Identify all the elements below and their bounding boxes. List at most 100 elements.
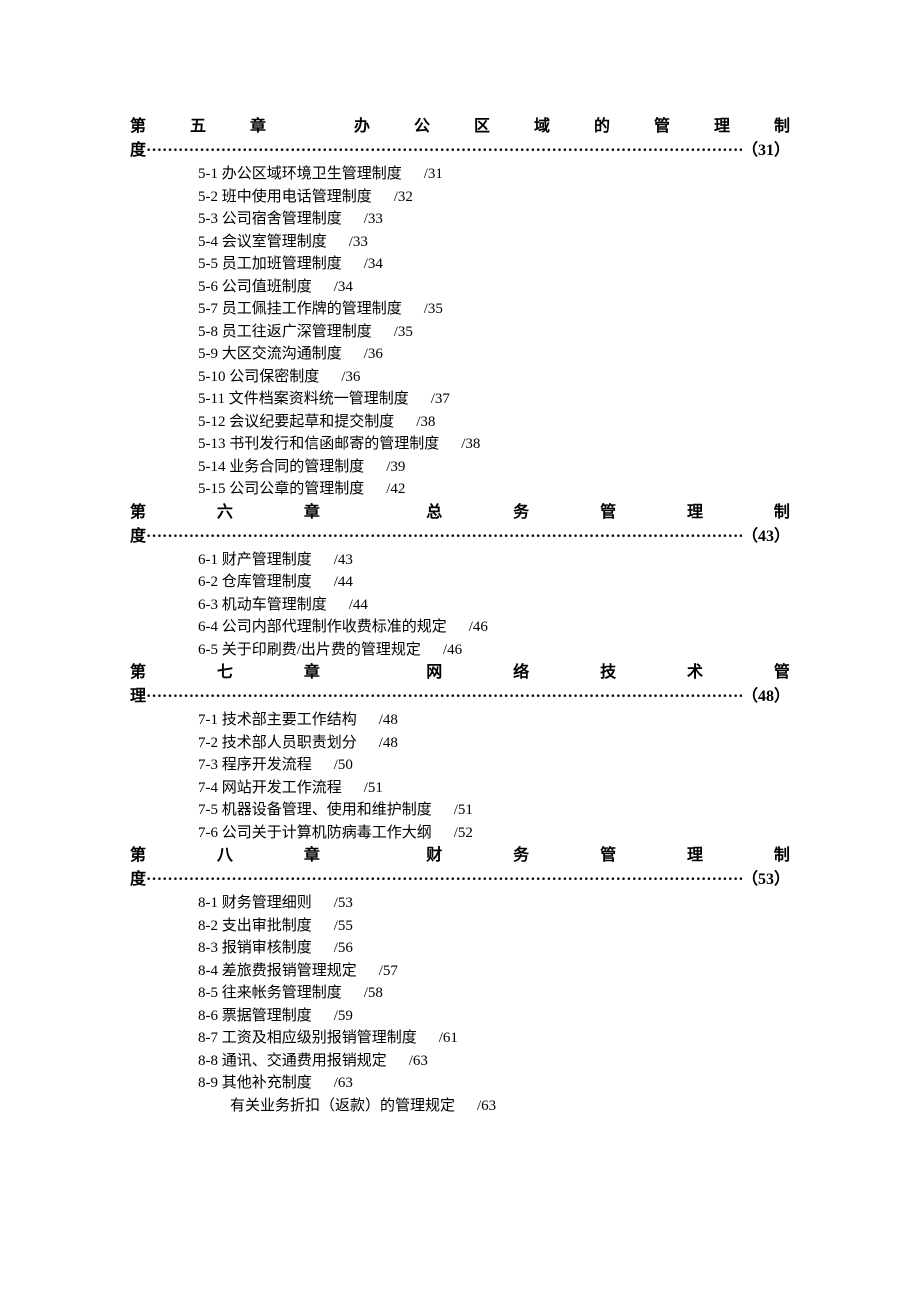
toc-item-index: 5-11	[198, 391, 225, 407]
toc-item-page: /51	[454, 802, 473, 818]
toc-item-title: 机动车管理制度	[222, 597, 327, 613]
chapter-heading-char: 章	[250, 115, 266, 139]
toc-item-title: 差旅费报销管理规定	[222, 963, 357, 979]
chapter-heading-char: 总	[426, 501, 442, 525]
toc-item-page: /56	[334, 940, 353, 956]
toc-item: 5-4 会议室管理制度/33	[130, 231, 790, 254]
toc-item-index: 8-1	[198, 895, 218, 911]
chapter-heading-char: 理	[687, 844, 703, 868]
toc-item-title: 会议室管理制度	[222, 234, 327, 250]
toc-item-index: 5-13	[198, 436, 226, 452]
chapter-heading-char: 第	[130, 661, 146, 685]
chapter-heading-char: 七	[217, 661, 233, 685]
chapter-heading-char: 度	[130, 139, 146, 163]
chapter-heading-char: 制	[774, 844, 790, 868]
toc-item-index: 5-2	[198, 189, 218, 205]
chapter-heading-char: 第	[130, 115, 146, 139]
toc-item: 5-2 班中使用电话管理制度/32	[130, 186, 790, 209]
toc-item: 5-9 大区交流沟通制度/36	[130, 343, 790, 366]
chapter-heading-char: 区	[474, 115, 490, 139]
toc-item-page: /53	[334, 895, 353, 911]
toc-item-page: /46	[469, 619, 488, 635]
toc-item: 6-1 财产管理制度/43	[130, 549, 790, 572]
toc-item-index: 6-5	[198, 642, 218, 658]
chapter-heading: 第七章网络技术管	[130, 661, 790, 685]
toc-item-index: 8-2	[198, 918, 218, 934]
toc-item: 8-8 通讯、交通费用报销规定/63	[130, 1050, 790, 1073]
toc-item: 6-4 公司内部代理制作收费标准的规定/46	[130, 616, 790, 639]
chapter-page: （31）	[742, 139, 790, 163]
chapter-heading-char: 理	[714, 115, 730, 139]
toc-item-page: /38	[461, 436, 480, 452]
toc-item: 7-4 网站开发工作流程/51	[130, 777, 790, 800]
toc-item-title: 机器设备管理、使用和维护制度	[222, 802, 432, 818]
chapter-heading-tail: 理·······································…	[130, 685, 790, 709]
toc-item-index: 5-15	[198, 481, 226, 497]
toc-item-index: 8-3	[198, 940, 218, 956]
toc-item-page: /57	[379, 963, 398, 979]
toc-item-page: /59	[334, 1008, 353, 1024]
chapter-heading-char: 六	[217, 501, 233, 525]
chapter-page: （43）	[742, 525, 790, 549]
toc-item-page: /50	[334, 757, 353, 773]
toc-item-index: 6-1	[198, 552, 218, 568]
toc-item-title: 工资及相应级别报销管理制度	[222, 1030, 417, 1046]
toc-item: 5-6 公司值班制度/34	[130, 276, 790, 299]
toc-item-index: 6-4	[198, 619, 218, 635]
chapter-heading-char: 管	[600, 844, 616, 868]
toc-item: 5-11 文件档案资料统一管理制度/37	[130, 388, 790, 411]
chapter-heading-char: 章	[304, 844, 320, 868]
toc-item-page: /58	[364, 985, 383, 1001]
toc-item-page: /37	[431, 391, 450, 407]
toc-item-index: 5-10	[198, 369, 226, 385]
toc-item-page: /63	[477, 1098, 496, 1114]
chapter-heading-char: 理	[130, 685, 146, 709]
chapter-heading: 第五章办公区域的管理制	[130, 115, 790, 139]
chapter-heading-tail: 度·······································…	[130, 139, 790, 163]
toc-item-index: 6-3	[198, 597, 218, 613]
toc-item: 5-13 书刊发行和信函邮寄的管理制度/38	[130, 433, 790, 456]
toc-item-page: /61	[439, 1030, 458, 1046]
toc-item: 7-2 技术部人员职责划分/48	[130, 732, 790, 755]
chapter-heading-char: 第	[130, 844, 146, 868]
toc-item-title: 大区交流沟通制度	[222, 346, 342, 362]
toc-item-index: 5-8	[198, 324, 218, 340]
toc-item-title: 支出审批制度	[222, 918, 312, 934]
toc-item: 7-1 技术部主要工作结构/48	[130, 709, 790, 732]
toc-item-page: /38	[416, 414, 435, 430]
toc-item-title: 公司公章的管理制度	[229, 481, 364, 497]
toc-item-index: 8-6	[198, 1008, 218, 1024]
toc-item-page: /31	[424, 166, 443, 182]
toc-item-title: 业务合同的管理制度	[229, 459, 364, 475]
toc-item-page: /48	[379, 735, 398, 751]
toc-item-index: 7-1	[198, 712, 218, 728]
toc-item-title: 技术部人员职责划分	[222, 735, 357, 751]
toc-item: 6-3 机动车管理制度/44	[130, 594, 790, 617]
toc-item-index: 7-3	[198, 757, 218, 773]
chapter-heading-char: 制	[774, 115, 790, 139]
toc-item: 5-14 业务合同的管理制度/39	[130, 456, 790, 479]
toc-item: 5-8 员工往返广深管理制度/35	[130, 321, 790, 344]
toc-item-title: 员工佩挂工作牌的管理制度	[222, 301, 402, 317]
toc-item-page: /63	[334, 1075, 353, 1091]
toc-item-page: /51	[364, 780, 383, 796]
toc-item-title: 公司内部代理制作收费标准的规定	[222, 619, 447, 635]
dot-leader: ········································…	[146, 139, 742, 163]
toc-item-page: /63	[409, 1053, 428, 1069]
toc-item: 7-5 机器设备管理、使用和维护制度/51	[130, 799, 790, 822]
chapter-heading-char: 公	[414, 115, 430, 139]
toc-item-title: 通讯、交通费用报销规定	[222, 1053, 387, 1069]
chapter-heading-char: 章	[304, 661, 320, 685]
toc-item-index: 7-6	[198, 825, 218, 841]
chapter-heading-char: 制	[774, 501, 790, 525]
chapter-heading-char: 务	[513, 501, 529, 525]
toc-item: 8-6 票据管理制度/59	[130, 1005, 790, 1028]
toc-item-page: /36	[341, 369, 360, 385]
toc-item-page: /32	[394, 189, 413, 205]
chapter-heading-char: 管	[654, 115, 670, 139]
toc-item: 7-6 公司关于计算机防病毒工作大纲/52	[130, 822, 790, 845]
toc-item-title: 员工往返广深管理制度	[222, 324, 372, 340]
toc-item: 5-12 会议纪要起草和提交制度/38	[130, 411, 790, 434]
chapter-heading-char: 管	[600, 501, 616, 525]
chapter-heading-char: 术	[687, 661, 703, 685]
